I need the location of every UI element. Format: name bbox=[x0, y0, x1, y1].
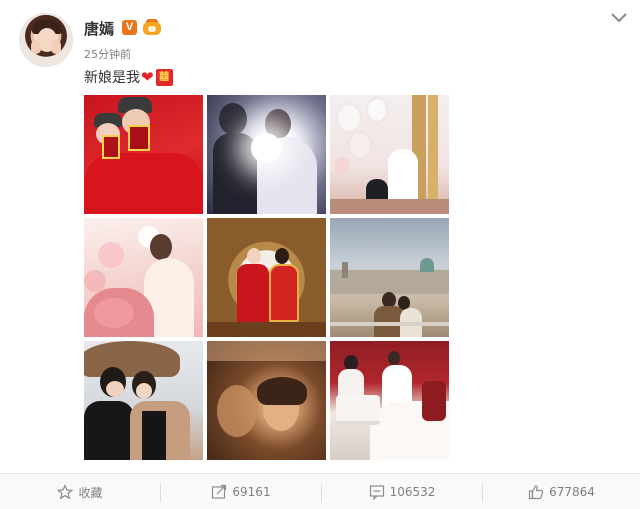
chevron-down-icon[interactable] bbox=[610, 12, 628, 24]
heart-emoji-icon: ❤ bbox=[141, 68, 154, 86]
repost-count: 69161 bbox=[232, 485, 271, 499]
photo-red-certificates[interactable] bbox=[84, 95, 203, 214]
photo-balloon-room[interactable] bbox=[330, 95, 449, 214]
like-button[interactable]: 677864 bbox=[483, 474, 640, 509]
post-text: 新娘是我 ❤ 囍 bbox=[84, 67, 173, 87]
photo-dinner-table[interactable] bbox=[330, 341, 449, 460]
photo-city-rooftop[interactable] bbox=[330, 218, 449, 337]
favorite-button[interactable]: 收藏 bbox=[0, 474, 160, 509]
photo-bride-flowers[interactable] bbox=[84, 218, 203, 337]
thumbs-up-icon bbox=[528, 485, 544, 500]
post-text-content: 新娘是我 bbox=[84, 70, 140, 86]
photo-warm-closeup[interactable] bbox=[207, 341, 326, 460]
post-timestamp[interactable]: 25分钟前 bbox=[84, 46, 131, 62]
action-bar: 收藏 69161 106532 677864 bbox=[0, 473, 640, 509]
avatar[interactable] bbox=[19, 13, 73, 67]
member-crown-icon[interactable] bbox=[143, 19, 161, 35]
repost-button[interactable]: 69161 bbox=[161, 474, 321, 509]
photo-couple-backlit[interactable] bbox=[207, 95, 326, 214]
comment-icon bbox=[369, 485, 384, 500]
photo-umbrella-couple[interactable] bbox=[84, 341, 203, 460]
repost-icon bbox=[212, 484, 227, 499]
verified-badge-icon[interactable]: V bbox=[122, 20, 137, 35]
comment-count: 106532 bbox=[389, 485, 436, 499]
weibo-post-card: 唐嫣 V 25分钟前 新娘是我 ❤ 囍 收藏 69161 106532 6778… bbox=[0, 0, 640, 509]
comment-button[interactable]: 106532 bbox=[322, 474, 482, 509]
photo-traditional-wedding[interactable] bbox=[207, 218, 326, 337]
photo-grid bbox=[84, 95, 450, 461]
user-name[interactable]: 唐嫣 bbox=[84, 18, 114, 39]
star-icon bbox=[57, 484, 74, 500]
favorite-label: 收藏 bbox=[78, 485, 103, 500]
like-count: 677864 bbox=[549, 485, 595, 499]
double-happiness-emoji-icon: 囍 bbox=[155, 68, 173, 86]
